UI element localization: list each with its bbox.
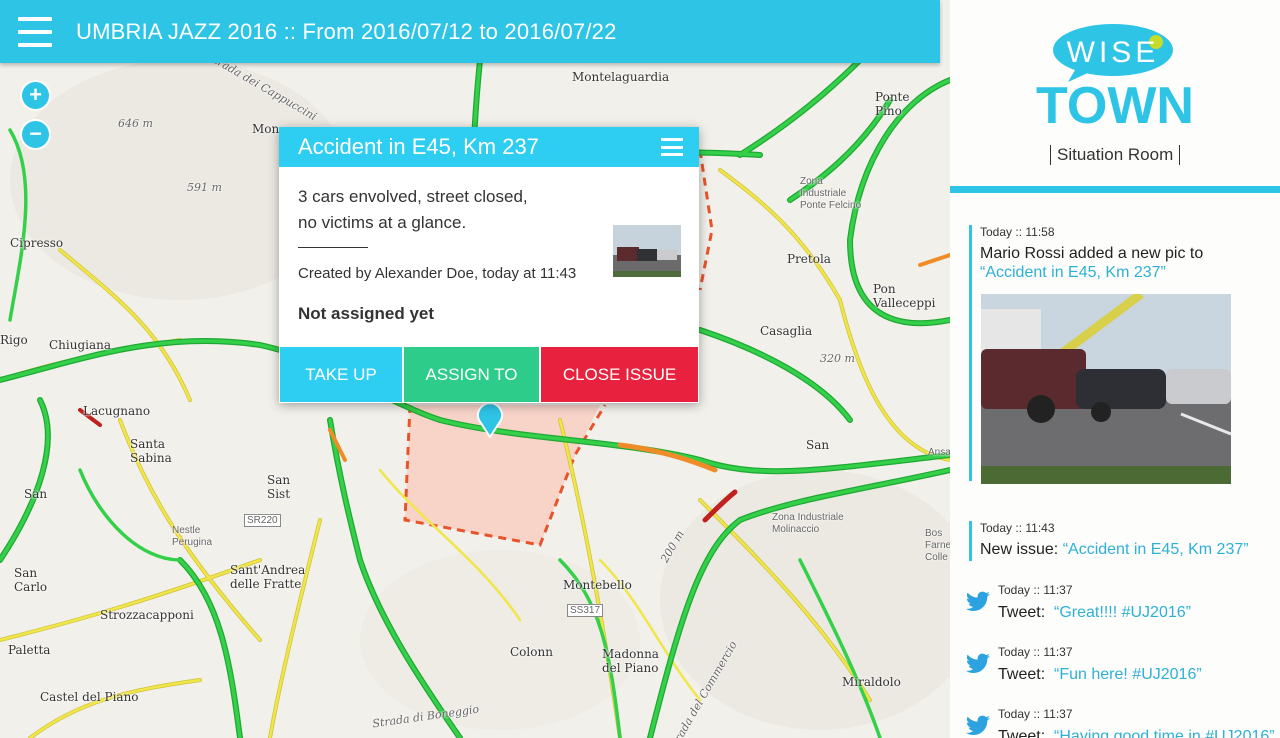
issue-popup: Accident in E45, Km 237 3 cars envolved,… xyxy=(279,127,699,403)
map-label-santa-sabina: Santa Sabina xyxy=(130,437,172,465)
tweet-text: Tweet: “Having good time in #UJ2016” xyxy=(998,728,1275,738)
map-label-bos: Bos Farne Colle xyxy=(925,528,950,563)
map-label-cipresso: Cipresso xyxy=(10,236,64,250)
zoom-out-button[interactable]: − xyxy=(22,121,49,148)
issue-description-line-2: no victims at a glance. xyxy=(298,213,467,232)
tweet-item[interactable]: Today :: 11:37 Tweet: “Fun here! #UJ2016… xyxy=(965,645,1275,689)
tweet-content: “Fun here! #UJ2016” xyxy=(1054,666,1202,683)
situation-room-label: Situation Room xyxy=(1050,145,1181,165)
tweet-content: “Having good time in #UJ2016” xyxy=(1054,728,1275,738)
feed-item-message: Mario Rossi added a new pic to xyxy=(980,245,1204,262)
feed-item-issue-link[interactable]: “Accident in E45, Km 237” xyxy=(1063,541,1249,558)
feed-item-text: Mario Rossi added a new pic to “Accident… xyxy=(980,244,1261,282)
tweet-time: Today :: 11:37 xyxy=(998,583,1073,597)
tweet-time: Today :: 11:37 xyxy=(998,645,1073,659)
location-pin-icon[interactable] xyxy=(475,400,505,438)
map-label-elev-646: 646 m xyxy=(118,117,153,130)
brand-area: WISE TOWN Situation Room xyxy=(950,0,1280,186)
map-label-ponte-felcino: Zona Industriale Ponte Felcino xyxy=(800,176,862,211)
map-label-ponte-pino: Ponte Pino xyxy=(875,90,910,118)
wisetown-logo: WISE TOWN xyxy=(1036,24,1194,135)
twitter-icon xyxy=(965,591,990,611)
event-title: UMBRIA JAZZ 2016 :: From 2016/07/12 to 2… xyxy=(76,18,617,44)
map-label-colonna: Colonn xyxy=(510,645,553,659)
twitter-icon xyxy=(965,653,990,673)
issue-description-line-1: 3 cars envolved, street closed, xyxy=(298,187,528,206)
map-label-santandrea: Sant'Andrea delle Fratte xyxy=(230,563,306,591)
map-label-lacugnano: Lacugnano xyxy=(83,404,151,418)
map-label-montelaguardia: Montelaguardia xyxy=(572,70,670,84)
map-label-castel-del-piano: Castel del Piano xyxy=(40,690,139,704)
tweet-content: “Great!!!! #UJ2016” xyxy=(1054,604,1191,621)
issue-photo-thumbnail[interactable] xyxy=(613,225,681,277)
map-label-ansa: Ansa xyxy=(928,447,950,458)
map-label-molinaccio: Zona Industriale Molinaccio xyxy=(772,512,844,535)
road-shield-sr220: SR220 xyxy=(244,514,281,527)
map-label-rigo: Rigo xyxy=(0,333,28,347)
map-label-san-east: San xyxy=(806,438,830,452)
assign-to-button[interactable]: ASSIGN TO xyxy=(403,346,540,403)
tweet-prefix: Tweet: xyxy=(998,666,1046,683)
logo-wise-text: WISE xyxy=(1067,36,1160,69)
map-label-san-sisto: San Sist xyxy=(267,473,291,501)
popup-header: Accident in E45, Km 237 xyxy=(279,127,699,167)
close-issue-button[interactable]: CLOSE ISSUE xyxy=(540,346,699,403)
map-label-chiugiana: Chiugiana xyxy=(49,338,112,352)
feed-item-new-issue[interactable]: Today :: 11:43 New issue: “Accident in E… xyxy=(969,521,1269,561)
map-label-san-west: San xyxy=(24,487,48,501)
tweet-text: Tweet: “Great!!!! #UJ2016” xyxy=(998,604,1191,622)
popup-body: 3 cars envolved, street closed, no victi… xyxy=(279,167,699,346)
map-label-san-carlo: San Carlo xyxy=(14,566,48,594)
popup-title: Accident in E45, Km 237 xyxy=(298,134,539,159)
map-label-casaglia: Casaglia xyxy=(760,324,813,338)
map-label-monte: Mon xyxy=(252,122,280,136)
feed-item-issue-link[interactable]: “Accident in E45, Km 237” xyxy=(980,264,1166,281)
brand-divider xyxy=(950,186,1280,193)
map-label-elev-591: 591 m xyxy=(187,181,222,194)
map-label-miraldolo: Miraldolo xyxy=(842,675,901,689)
feed-item-time: Today :: 11:43 xyxy=(980,521,1055,535)
issue-description: 3 cars envolved, street closed, no victi… xyxy=(298,184,588,236)
tweet-item[interactable]: Today :: 11:37 Tweet: “Having good time … xyxy=(965,707,1275,738)
map-label-madonna-del-piano: Madonna del Piano xyxy=(602,647,659,675)
tweet-prefix: Tweet: xyxy=(998,604,1046,621)
map-label-elev-320: 320 m xyxy=(820,352,855,365)
map-label-pretola: Pretola xyxy=(787,252,831,266)
tweet-text: Tweet: “Fun here! #UJ2016” xyxy=(998,666,1202,684)
map-label-montebello: Montebello xyxy=(563,578,632,592)
zoom-in-button[interactable]: + xyxy=(22,82,49,109)
situation-room-sidebar: WISE TOWN Situation Room Today :: 11:58 … xyxy=(950,0,1280,738)
popup-menu-icon[interactable] xyxy=(661,138,683,156)
map-label-paletta: Paletta xyxy=(8,643,51,657)
map-label-strozzacapponi: Strozzacapponi xyxy=(100,608,194,622)
logo-town-text: TOWN xyxy=(1036,77,1194,135)
menu-icon[interactable] xyxy=(18,16,52,47)
feed-item-photo[interactable]: Today :: 11:58 Mario Rossi added a new p… xyxy=(969,225,1261,484)
tweet-item[interactable]: Today :: 11:37 Tweet: “Great!!!! #UJ2016… xyxy=(965,583,1275,627)
road-shield-ss317: SS317 xyxy=(567,604,604,617)
popup-divider xyxy=(298,247,368,248)
take-up-button[interactable]: TAKE UP xyxy=(279,346,403,403)
tweet-time: Today :: 11:37 xyxy=(998,707,1073,721)
issue-assignment-status: Not assigned yet xyxy=(298,304,435,323)
feed-item-text: New issue: “Accident in E45, Km 237” xyxy=(980,540,1269,559)
feed-item-message: New issue: xyxy=(980,541,1063,558)
twitter-icon xyxy=(965,715,990,735)
popup-actions: TAKE UP ASSIGN TO CLOSE ISSUE xyxy=(279,346,699,403)
feed-item-time: Today :: 11:58 xyxy=(980,225,1055,239)
accident-photo[interactable] xyxy=(981,294,1231,484)
tweet-prefix: Tweet: xyxy=(998,728,1046,738)
map-label-valleceppi: Pon Valleceppi xyxy=(873,282,936,310)
header-bar: UMBRIA JAZZ 2016 :: From 2016/07/12 to 2… xyxy=(0,0,940,63)
map-label-nestle: Nestle Perugina xyxy=(172,525,213,548)
